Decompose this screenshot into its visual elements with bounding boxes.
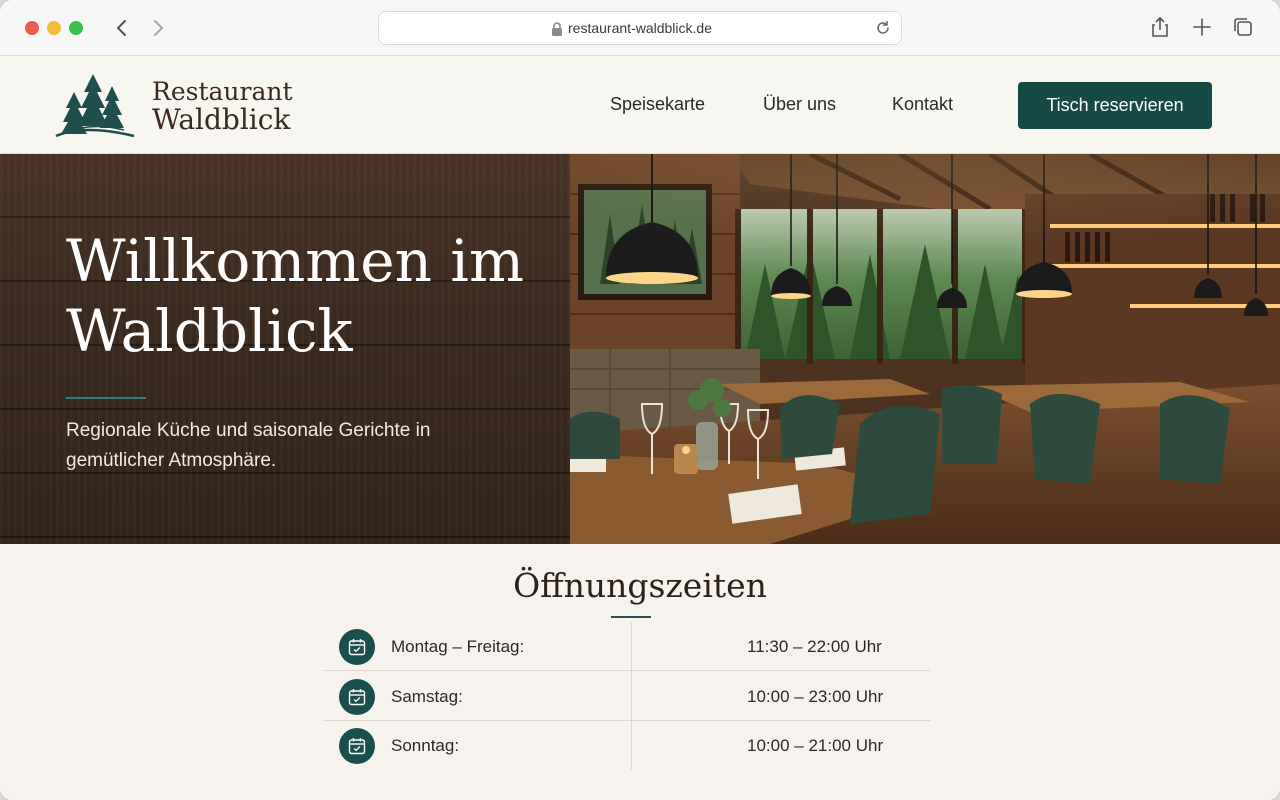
minimize-window-button[interactable]: [47, 21, 61, 35]
hero-divider: [66, 397, 146, 399]
hero-section: Willkommen im Waldblick Regionale Küche …: [0, 154, 1280, 544]
day-label: Montag – Freitag:: [391, 637, 525, 656]
zoom-window-button[interactable]: [69, 21, 83, 35]
time-label: 11:30 – 22:00 Uhr: [747, 637, 882, 656]
time-label: 10:00 – 23:00 Uhr: [747, 687, 884, 706]
hero-title: Willkommen im Waldblick: [66, 227, 524, 365]
hero-wood-panel: Willkommen im Waldblick Regionale Küche …: [0, 154, 570, 544]
restaurant-interior-image: [570, 154, 1280, 544]
browser-window: restaurant-waldblick.de Restaurant Waldb…: [0, 0, 1280, 800]
url-text: restaurant-waldblick.de: [568, 20, 712, 36]
logo-line-restaurant: Restaurant: [152, 77, 293, 106]
reload-icon[interactable]: [875, 20, 891, 36]
nav-link-kontakt[interactable]: Kontakt: [892, 94, 953, 115]
forward-icon[interactable]: [146, 16, 170, 40]
nav-link-ueber-uns[interactable]: Über uns: [763, 94, 836, 115]
reserve-table-button[interactable]: Tisch reservieren: [1018, 82, 1212, 129]
opening-hours-table: Montag – Freitag: 11:30 – 22:00 Uhr Sams…: [323, 622, 930, 770]
hours-row: Samstag: 10:00 – 23:00 Uhr: [323, 672, 930, 721]
day-label: Sonntag:: [391, 736, 460, 755]
back-icon[interactable]: [110, 16, 134, 40]
new-tab-icon[interactable]: [1191, 16, 1213, 38]
nav-link-speisekarte[interactable]: Speisekarte: [610, 94, 705, 115]
opening-hours-title: Öffnungszeiten: [513, 566, 767, 605]
logo-line-waldblick: Waldblick: [152, 103, 291, 136]
calendar-icon: [339, 679, 375, 715]
site-header: Restaurant Waldblick Speisekarte Über un…: [0, 56, 1280, 154]
time-label: 10:00 – 21:00 Uhr: [747, 736, 884, 755]
hours-row: Montag – Freitag: 11:30 – 22:00 Uhr: [323, 622, 930, 671]
opening-hours-section: Öffnungszeiten Montag – Freitag: 11:30 –…: [0, 544, 1280, 800]
close-window-button[interactable]: [25, 21, 39, 35]
day-label: Samstag:: [391, 687, 463, 706]
calendar-icon: [339, 629, 375, 665]
address-bar[interactable]: restaurant-waldblick.de: [378, 11, 902, 45]
opening-hours-divider: [611, 616, 651, 618]
tabs-overview-icon[interactable]: [1232, 16, 1254, 38]
calendar-icon: [339, 728, 375, 764]
hero-subtitle: Regionale Küche und saisonale Gerichte i…: [66, 420, 431, 471]
browser-toolbar: restaurant-waldblick.de: [0, 0, 1280, 56]
share-icon[interactable]: [1149, 16, 1171, 38]
fir-trees-logo[interactable]: [54, 70, 136, 140]
site-logo-text[interactable]: Restaurant Waldblick: [152, 78, 293, 134]
hours-row: Sonntag: 10:00 – 21:00 Uhr: [323, 721, 930, 770]
